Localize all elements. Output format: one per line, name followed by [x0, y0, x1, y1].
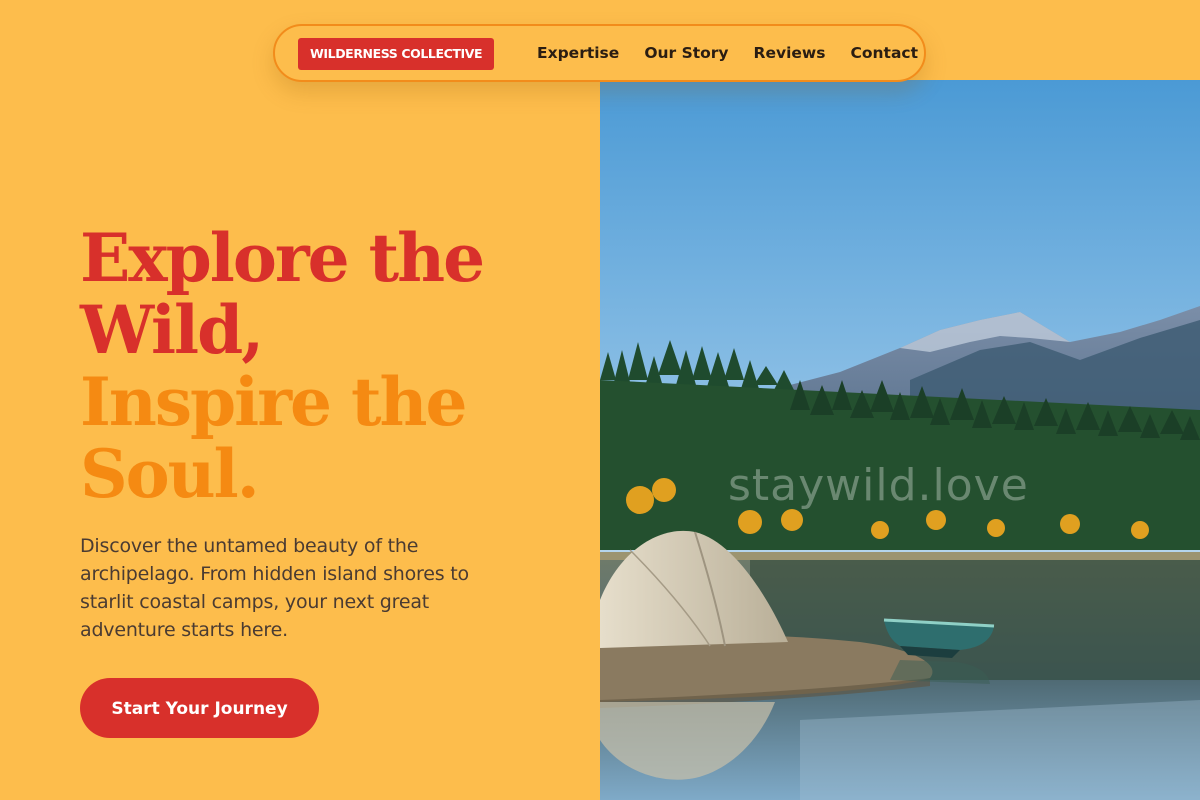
- brand-logo[interactable]: WILDERNESS COLLECTIVE: [298, 38, 495, 70]
- hero-photo: [600, 80, 1200, 800]
- hero-section: Explore the Wild, Inspire the Soul. Disc…: [80, 222, 560, 644]
- start-journey-button[interactable]: Start Your Journey: [80, 678, 319, 738]
- headline-line-1: Explore the Wild,: [80, 219, 485, 369]
- nav-link-our-story[interactable]: Our Story: [644, 44, 728, 62]
- nav-link-expertise[interactable]: Expertise: [537, 44, 619, 62]
- nav-link-reviews[interactable]: Reviews: [754, 44, 826, 62]
- headline-line-2: Inspire the Soul.: [80, 363, 467, 513]
- hero-headline: Explore the Wild, Inspire the Soul.: [80, 222, 560, 510]
- nav-links: Expertise Our Story Reviews Contact: [537, 26, 918, 80]
- hero-description: Discover the untamed beauty of the archi…: [80, 535, 469, 641]
- top-nav: WILDERNESS COLLECTIVE Expertise Our Stor…: [273, 24, 926, 82]
- nav-link-contact[interactable]: Contact: [850, 44, 918, 62]
